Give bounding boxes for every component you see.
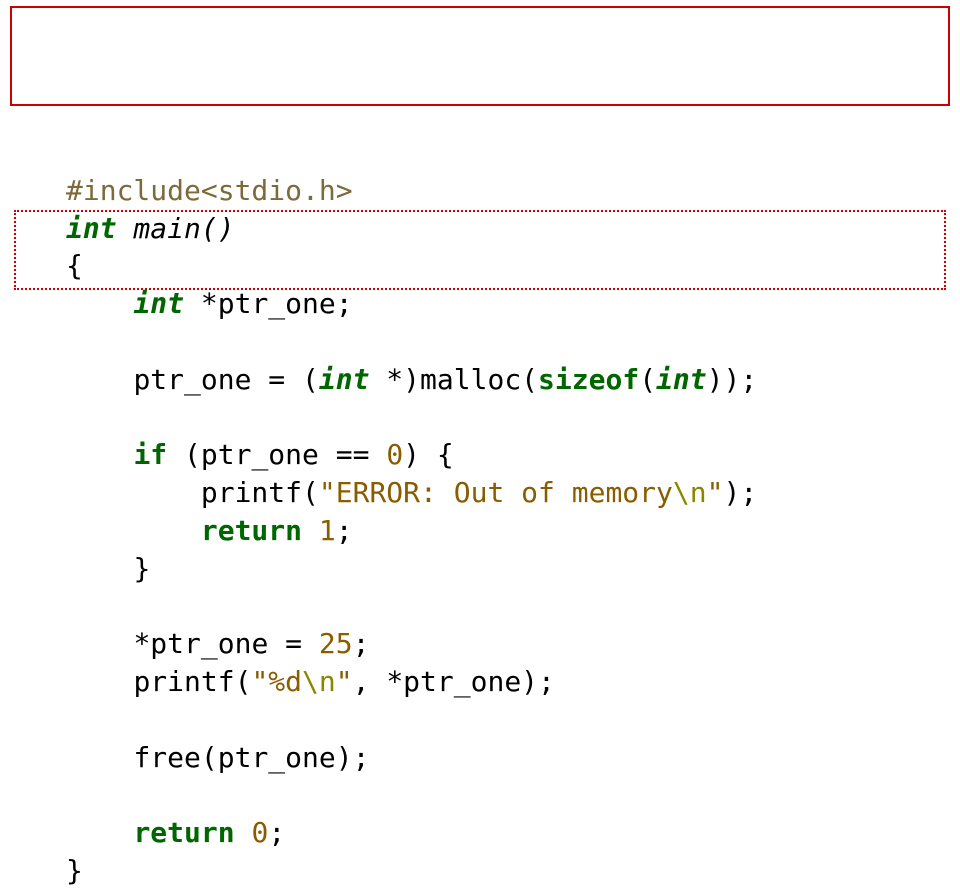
cond-b: ) { — [403, 438, 454, 471]
printf-call: printf( — [201, 476, 319, 509]
num-zero: 0 — [386, 438, 403, 471]
num-twentyfive: 25 — [319, 627, 353, 660]
assign-d: )); — [707, 363, 758, 396]
indent — [66, 438, 133, 471]
indent — [66, 741, 133, 774]
indent — [66, 287, 133, 320]
kw-int: int — [656, 363, 707, 396]
space — [235, 816, 252, 849]
indent — [66, 476, 201, 509]
brace-close: } — [66, 854, 83, 887]
assign-a: ptr_one = ( — [133, 363, 318, 396]
decl-ptr-one: *ptr_one; — [184, 287, 353, 320]
indent — [66, 363, 133, 396]
assign-b: *)malloc( — [369, 363, 538, 396]
indent — [66, 665, 133, 698]
kw-return: return — [201, 514, 302, 547]
num-zero: 0 — [251, 816, 268, 849]
free-call: free(ptr_one); — [133, 741, 369, 774]
space — [302, 514, 319, 547]
kw-sizeof: sizeof — [538, 363, 639, 396]
preproc-include: #include<stdio.h> — [66, 174, 353, 207]
top-border-frame — [10, 6, 950, 106]
kw-if: if — [133, 438, 167, 471]
brace-close: } — [133, 552, 150, 585]
cond-a: (ptr_one == — [167, 438, 386, 471]
string-quote: " — [707, 476, 724, 509]
kw-return: return — [133, 816, 234, 849]
kw-int: int — [133, 287, 184, 320]
printf-args: , *ptr_one); — [353, 665, 555, 698]
string-quote: " — [336, 665, 353, 698]
indent — [66, 627, 133, 660]
assign-ptr: *ptr_one = — [133, 627, 318, 660]
dotted-highlight-frame — [14, 210, 946, 290]
call-end: ); — [723, 476, 757, 509]
semicolon: ; — [336, 514, 353, 547]
string-literal: "ERROR: Out of memory — [319, 476, 673, 509]
semicolon: ; — [353, 627, 370, 660]
indent — [66, 552, 133, 585]
kw-int: int — [319, 363, 370, 396]
escape-newline: \n — [302, 665, 336, 698]
indent — [66, 816, 133, 849]
indent — [66, 514, 201, 547]
printf-call: printf( — [133, 665, 251, 698]
escape-newline: \n — [673, 476, 707, 509]
num-one: 1 — [319, 514, 336, 547]
semicolon: ; — [268, 816, 285, 849]
string-literal: "%d — [251, 665, 302, 698]
paren: ( — [639, 363, 656, 396]
